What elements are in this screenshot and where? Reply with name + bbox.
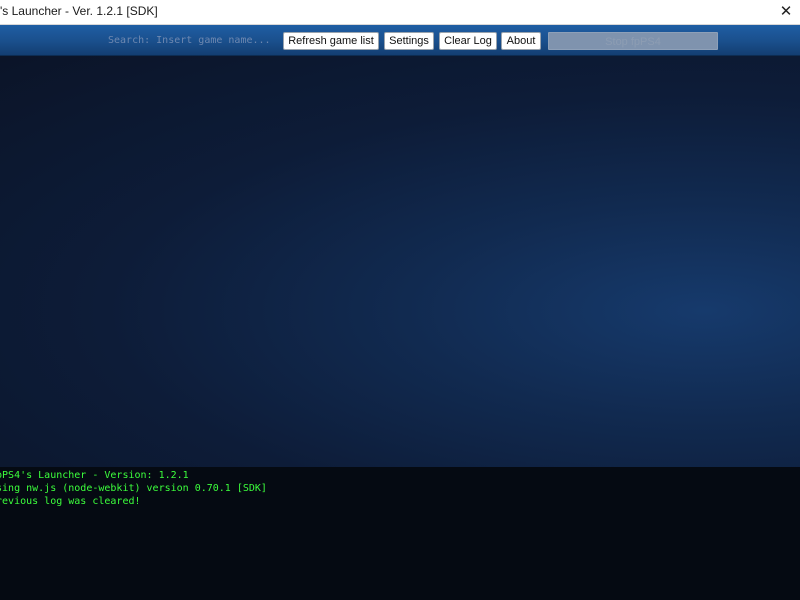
- game-list-area[interactable]: [0, 56, 800, 467]
- window-title: 's Launcher - Ver. 1.2.1 [SDK]: [0, 4, 158, 18]
- log-line: fpPS4's Launcher - Version: 1.2.1: [0, 470, 189, 481]
- toolbar: Refresh game list Settings Clear Log Abo…: [0, 25, 800, 56]
- log-line: Previous log was cleared!: [0, 496, 141, 507]
- log-panel: fpPS4's Launcher - Version: 1.2.1 Using …: [0, 467, 800, 600]
- stop-emulator-button: Stop fpPS4: [548, 32, 718, 50]
- title-bar: 's Launcher - Ver. 1.2.1 [SDK] ✕: [0, 0, 800, 25]
- launcher-window: 's Launcher - Ver. 1.2.1 [SDK] ✕ Refresh…: [0, 0, 800, 600]
- about-button[interactable]: About: [501, 32, 541, 50]
- log-line: Using nw.js (node-webkit) version 0.70.1…: [0, 483, 267, 494]
- clear-log-button[interactable]: Clear Log: [439, 32, 497, 50]
- refresh-game-list-button[interactable]: Refresh game list: [283, 32, 379, 50]
- close-icon[interactable]: ✕: [778, 2, 794, 20]
- search-input[interactable]: [104, 31, 276, 50]
- settings-button[interactable]: Settings: [384, 32, 434, 50]
